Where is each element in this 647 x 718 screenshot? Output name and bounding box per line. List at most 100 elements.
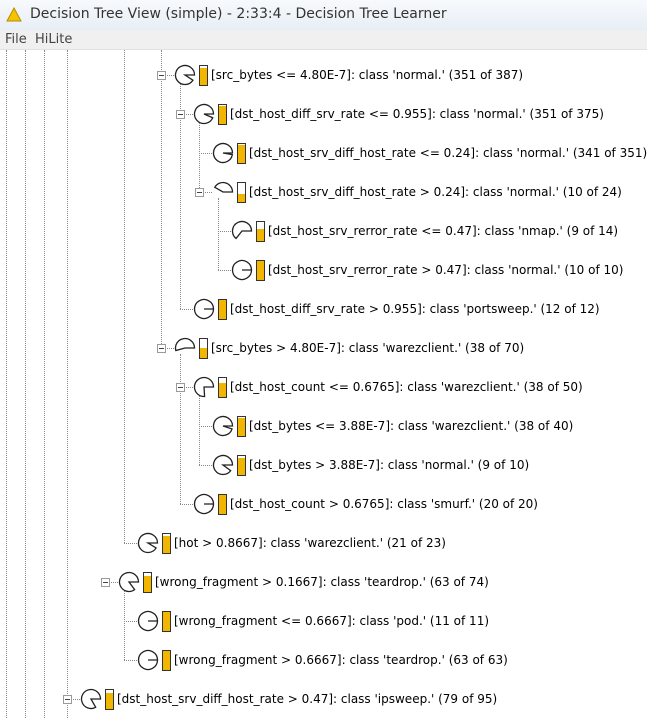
warning-triangle-icon (6, 7, 22, 22)
coverage-bar-fill (106, 693, 113, 709)
tree-node-label[interactable]: [dst_host_srv_rerror_rate > 0.47]: class… (268, 263, 623, 277)
class-pie-icon (193, 103, 215, 125)
coverage-bar (218, 377, 227, 398)
tree-node-label[interactable]: [dst_host_diff_srv_rate <= 0.955]: class… (230, 107, 604, 121)
coverage-bar (199, 338, 208, 359)
tree-connector (180, 504, 193, 505)
class-pie-icon (193, 493, 215, 515)
tree-connector (124, 543, 137, 544)
pie-slice (212, 454, 234, 476)
tree-node-label[interactable]: [wrong_fragment <= 0.6667]: class 'pod.'… (174, 614, 489, 628)
class-pie-icon (213, 181, 234, 193)
coverage-bar (218, 104, 227, 125)
tree-node-label[interactable]: [src_bytes > 4.80E-7]: class 'warezclien… (211, 341, 524, 355)
class-pie-icon (174, 64, 196, 86)
title-bar: Decision Tree View (simple) - 2:33:4 - D… (0, 0, 647, 31)
coverage-bar (237, 416, 246, 437)
pie-slice (231, 259, 253, 281)
coverage-bar (237, 455, 246, 476)
tree-node-label[interactable]: [dst_host_count > 0.6765]: class 'smurf.… (230, 497, 538, 511)
pie-slice (193, 376, 215, 398)
coverage-bar (256, 221, 265, 242)
coverage-bar-fill (163, 612, 170, 631)
pie-slice (174, 337, 196, 352)
tree-guide-line (25, 50, 26, 718)
class-pie-icon (118, 571, 140, 593)
tree-guide-line (44, 50, 45, 718)
coverage-bar-fill (200, 347, 207, 358)
tree-node-label[interactable]: [wrong_fragment > 0.1667]: class 'teardr… (155, 575, 489, 589)
tree-guide-line (67, 50, 68, 718)
tree-node-label[interactable]: [wrong_fragment > 0.6667]: class 'teardr… (174, 653, 508, 667)
collapse-toggle[interactable] (157, 71, 166, 80)
class-pie-icon (231, 259, 253, 281)
tree-connector (218, 270, 231, 271)
pie-slice (137, 532, 159, 554)
collapse-toggle[interactable] (176, 383, 185, 392)
tree-guide-line (124, 588, 125, 660)
tree-node-label[interactable]: [dst_bytes <= 3.88E-7]: class 'warezclie… (249, 419, 573, 433)
menu-hilite[interactable]: HiLite (35, 32, 72, 47)
coverage-bar-fill (257, 261, 264, 280)
collapse-toggle[interactable] (195, 188, 204, 197)
coverage-bar-fill (219, 382, 226, 397)
window-title: Decision Tree View (simple) - 2:33:4 - D… (30, 6, 447, 22)
tree-node-label[interactable]: [dst_host_srv_rerror_rate <= 0.47]: clas… (268, 224, 618, 238)
class-pie-icon (212, 142, 234, 164)
pie-slice (212, 142, 234, 164)
tree-node-label[interactable]: [dst_host_srv_diff_host_rate > 0.47]: cl… (117, 692, 497, 706)
pie-slice (213, 181, 234, 193)
menu-file[interactable]: File (5, 32, 27, 47)
coverage-bar-fill (238, 457, 245, 475)
class-pie-icon (193, 298, 215, 320)
decision-tree: [src_bytes <= 4.80E-7]: class 'normal.' … (0, 50, 647, 718)
coverage-bar-fill (144, 575, 151, 592)
tree-guide-line (161, 50, 162, 348)
tree-connector (199, 465, 212, 466)
pie-slice (174, 64, 196, 86)
pie-slice (212, 415, 234, 437)
tree-node-label[interactable]: [hot > 0.8667]: class 'warezclient.' (21… (174, 536, 446, 550)
coverage-bar (143, 572, 152, 593)
class-pie-icon (137, 532, 159, 554)
coverage-bar-fill (238, 417, 245, 436)
collapse-toggle[interactable] (63, 695, 72, 704)
collapse-toggle[interactable] (176, 110, 185, 119)
class-pie-icon (212, 454, 234, 476)
class-pie-icon (212, 415, 234, 437)
tree-connector (199, 153, 212, 154)
pie-slice (137, 610, 159, 632)
class-pie-icon (137, 610, 159, 632)
tree-connector (124, 621, 137, 622)
coverage-bar-fill (257, 228, 264, 241)
coverage-bar (218, 299, 227, 320)
pie-slice (137, 649, 159, 671)
tree-guide-line (6, 50, 7, 718)
collapse-toggle[interactable] (157, 344, 166, 353)
coverage-bar (162, 611, 171, 632)
tree-node-label[interactable]: [dst_bytes > 3.88E-7]: class 'normal.' (… (249, 458, 529, 472)
class-pie-icon (80, 688, 102, 710)
coverage-bar (237, 182, 246, 203)
tree-node-label[interactable]: [dst_host_srv_diff_host_rate > 0.24]: cl… (249, 185, 622, 199)
tree-guide-line (218, 198, 219, 270)
class-pie-icon (193, 376, 215, 398)
coverage-bar (162, 533, 171, 554)
coverage-bar (105, 689, 114, 710)
tree-node-label[interactable]: [dst_host_srv_diff_host_rate <= 0.24]: c… (249, 146, 647, 160)
tree-node-label[interactable]: [dst_host_count <= 0.6765]: class 'warez… (230, 380, 583, 394)
coverage-bar-fill (163, 535, 170, 553)
collapse-toggle[interactable] (101, 578, 110, 587)
tree-connector (218, 231, 231, 232)
class-pie-icon (231, 220, 253, 240)
pie-slice (231, 220, 253, 240)
tree-node-label[interactable]: [dst_host_diff_srv_rate > 0.955]: class … (230, 302, 600, 316)
tree-guide-line (199, 120, 200, 192)
tree-connector (199, 426, 212, 427)
coverage-bar (199, 65, 208, 86)
tree-guide-line (199, 393, 200, 465)
coverage-bar-fill (163, 651, 170, 670)
pie-slice (193, 493, 215, 515)
coverage-bar-fill (200, 67, 207, 85)
tree-node-label[interactable]: [src_bytes <= 4.80E-7]: class 'normal.' … (211, 68, 523, 82)
